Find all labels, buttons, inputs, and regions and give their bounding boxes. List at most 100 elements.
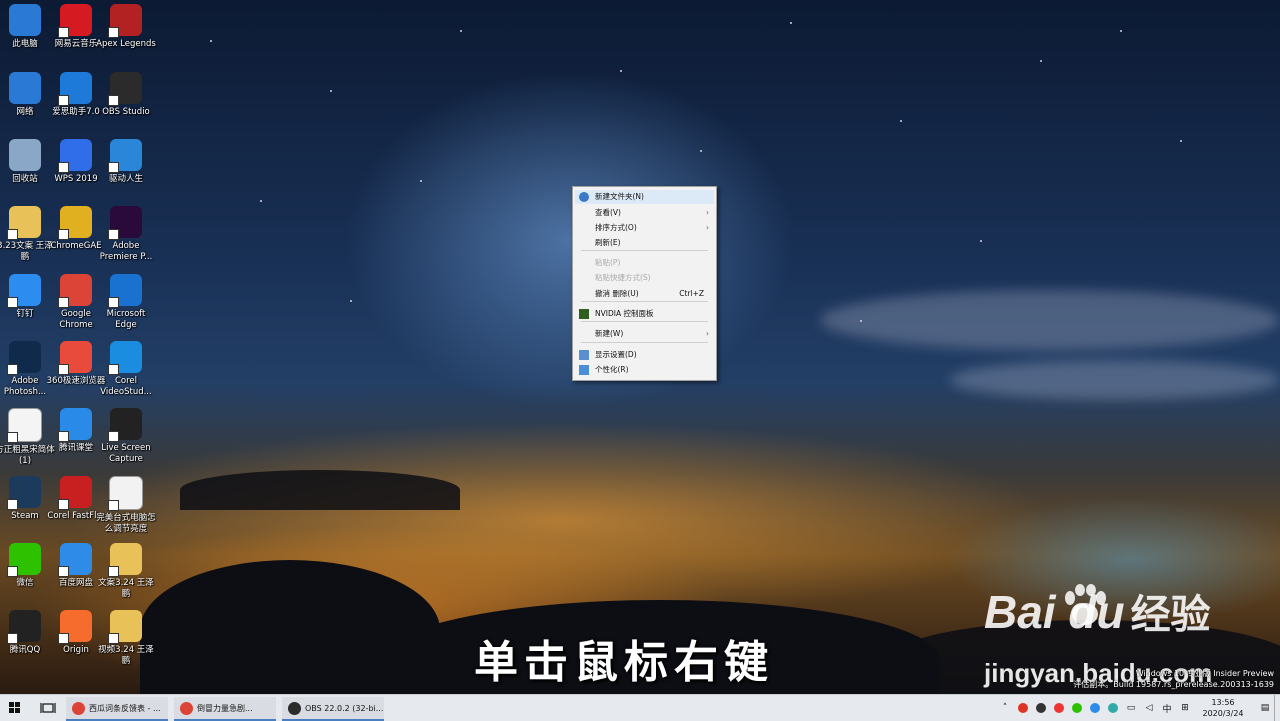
chrome-icon bbox=[58, 274, 92, 308]
desktop-icon[interactable]: Adobe Premiere P... bbox=[96, 206, 156, 263]
context-menu: 新建文件夹(N) 查看(V) › 排序方式(O) › 刷新(E) 粘贴(P) 粘贴快捷方式(S… bbox=[572, 186, 717, 381]
windows-start-icon[interactable] bbox=[4, 699, 26, 717]
qq-icon bbox=[7, 610, 41, 644]
context-menu-item[interactable]: 新建(W) › bbox=[575, 327, 714, 341]
corel-fastflick-icon bbox=[58, 476, 92, 510]
taskbar: 西瓜词条反馈表 - ... 倒冒力量急剧... OBS 22.0.2 (32-bi.… bbox=[0, 694, 1280, 721]
submenu-arrow-icon: › bbox=[706, 329, 709, 338]
ime-mode-icon[interactable]: ⊞ bbox=[1178, 701, 1192, 715]
context-menu-item[interactable]: 新建文件夹(N) bbox=[575, 190, 714, 204]
menu-separator bbox=[581, 342, 708, 343]
notification-center-icon[interactable]: ▤ bbox=[1258, 701, 1272, 715]
steam-icon bbox=[7, 476, 41, 510]
chromegae-icon bbox=[58, 206, 92, 240]
desktop-icon-label: Adobe Premiere P... bbox=[99, 241, 153, 262]
menu-separator bbox=[581, 250, 708, 251]
tray-app-icon[interactable] bbox=[1034, 701, 1048, 715]
desktop-icon[interactable]: 视频3.24 王泽鹏 bbox=[96, 610, 156, 667]
context-menu-item-label: 刷新(E) bbox=[595, 238, 621, 247]
desktop-icon[interactable]: 完美台式电脑怎么调节亮度 bbox=[96, 476, 156, 535]
screen-capture-icon bbox=[108, 408, 142, 442]
context-menu-item-label: NVIDIA 控制面板 bbox=[595, 309, 654, 318]
context-menu-item[interactable]: 撤消 删除(U) Ctrl+Z bbox=[575, 287, 714, 301]
cloud bbox=[950, 360, 1280, 400]
taskbar-app-button[interactable]: OBS 22.0.2 (32-bi... bbox=[282, 697, 384, 721]
show-desktop-button[interactable] bbox=[1274, 695, 1280, 721]
edge-icon bbox=[108, 274, 142, 308]
i4-assistant-icon bbox=[58, 72, 92, 106]
volume-icon[interactable]: ◁ bbox=[1142, 701, 1156, 715]
360-browser-icon bbox=[58, 341, 92, 375]
taskbar-app-label: 西瓜词条反馈表 - ... bbox=[89, 703, 161, 713]
taskbar-app-button[interactable]: 倒冒力量急剧... bbox=[174, 697, 276, 721]
context-menu-item[interactable]: 查看(V) › bbox=[575, 206, 714, 220]
desktop-icon[interactable]: Microsoft Edge bbox=[96, 274, 156, 331]
context-menu-item-label: 新建(W) bbox=[595, 329, 624, 338]
clock-date: 2020/3/24 bbox=[1202, 709, 1244, 718]
display-icon bbox=[579, 350, 589, 360]
context-menu-item-label: 新建文件夹(N) bbox=[595, 192, 644, 201]
desktop-icon[interactable]: 驱动人生 bbox=[96, 139, 156, 185]
desktop-icon[interactable]: 文案3.24 王泽鹏 bbox=[96, 543, 156, 600]
context-menu-item: 粘贴快捷方式(S) bbox=[575, 271, 714, 285]
desktop-icon-label: 驱动人生 bbox=[108, 174, 143, 184]
desktop-icon[interactable]: Apex Legends bbox=[96, 4, 156, 50]
cloud bbox=[820, 290, 1280, 350]
context-menu-item[interactable]: 刷新(E) bbox=[575, 236, 714, 250]
caption-text: 单击鼠标右键 bbox=[474, 637, 774, 688]
desktop-icon-label: Apex Legends bbox=[96, 39, 156, 49]
taskbar-app-button[interactable]: 西瓜词条反馈表 - ... bbox=[66, 697, 168, 721]
desktop-icon[interactable]: Corel VideoStud... bbox=[96, 341, 156, 398]
tray-up-arrow-icon[interactable]: ˄ bbox=[998, 701, 1012, 715]
document-icon bbox=[108, 476, 143, 511]
premiere-icon bbox=[108, 206, 142, 240]
folder-icon bbox=[108, 543, 142, 577]
origin-icon bbox=[58, 610, 92, 644]
baidu-watermark: Bai du 经验 bbox=[984, 582, 1211, 640]
input-method-indicator[interactable]: 中 bbox=[1160, 701, 1174, 715]
system-tray: ˄ ▭ ◁ 中 ⊞ 13:56 2020/3/24 ▤ bbox=[996, 695, 1280, 721]
context-menu-item-label: 排序方式(O) bbox=[595, 223, 637, 232]
menu-separator bbox=[581, 321, 708, 322]
recycle-bin-icon bbox=[9, 139, 41, 171]
netease-music-icon bbox=[58, 4, 92, 38]
context-menu-item[interactable]: 排序方式(O) › bbox=[575, 221, 714, 235]
desktop-icon-label: Live Screen Capture bbox=[101, 443, 151, 464]
tray-app-icon[interactable] bbox=[1088, 701, 1102, 715]
tray-app-icon[interactable] bbox=[1106, 701, 1120, 715]
context-menu-accelerator: Ctrl+Z bbox=[679, 289, 704, 298]
apex-legends-icon bbox=[108, 4, 142, 38]
tray-app-icon[interactable] bbox=[1052, 701, 1066, 715]
dingtalk-icon bbox=[7, 274, 41, 308]
desktop-icon-label: 完美台式电脑怎么调节亮度 bbox=[96, 513, 156, 534]
wechat-icon bbox=[7, 543, 41, 577]
context-menu-item-label: 查看(V) bbox=[595, 208, 621, 217]
personalize-icon bbox=[579, 365, 589, 375]
corel-videostudio-icon bbox=[108, 341, 142, 375]
build-line-1: Windows 10 专业版 Insider Preview bbox=[1135, 669, 1274, 678]
context-menu-item-label: 个性化(R) bbox=[595, 365, 629, 374]
font-file-icon bbox=[7, 408, 42, 443]
desktop-icon[interactable]: OBS Studio bbox=[96, 72, 156, 118]
folder-icon bbox=[7, 206, 41, 240]
desktop-icon-label: Microsoft Edge bbox=[106, 309, 146, 330]
chrome-icon bbox=[180, 701, 193, 715]
obs-icon bbox=[288, 701, 301, 715]
photoshop-icon bbox=[7, 341, 41, 375]
clock[interactable]: 13:56 2020/3/24 bbox=[1194, 697, 1252, 719]
baidu-netdisk-icon bbox=[58, 543, 92, 577]
tray-app-icon[interactable] bbox=[1016, 701, 1030, 715]
new-folder-icon bbox=[579, 192, 589, 202]
video-folder-icon bbox=[108, 610, 142, 644]
tray-app-icon[interactable] bbox=[1070, 701, 1084, 715]
task-view-icon[interactable] bbox=[38, 699, 58, 717]
driver-life-icon bbox=[108, 139, 142, 173]
context-menu-item[interactable]: 显示设置(D) bbox=[575, 348, 714, 362]
context-menu-item-label: 显示设置(D) bbox=[595, 350, 637, 359]
desktop-icon[interactable]: Live Screen Capture bbox=[96, 408, 156, 465]
context-menu-item[interactable]: NVIDIA 控制面板 bbox=[575, 307, 714, 321]
obs-icon bbox=[108, 72, 142, 106]
baidu-brand: Bai du bbox=[984, 586, 1125, 638]
context-menu-item[interactable]: 个性化(R) bbox=[575, 363, 714, 377]
network-icon[interactable]: ▭ bbox=[1124, 701, 1138, 715]
